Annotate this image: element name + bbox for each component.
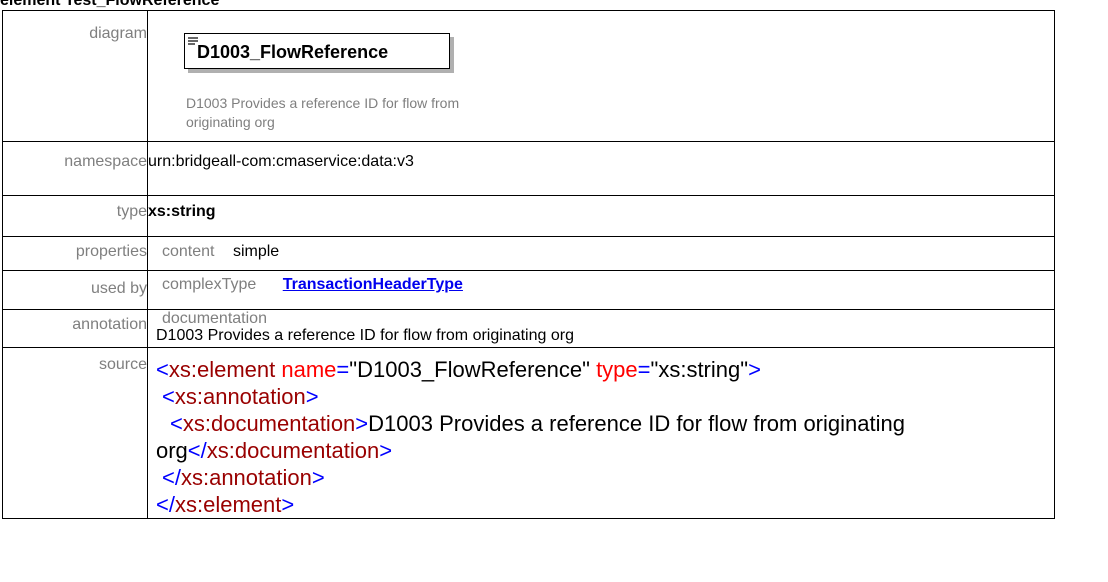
row-source: source <xs:element name="D1003_FlowRefer…: [2, 347, 1055, 519]
annotation-text: D1003 Provides a reference ID for flow f…: [156, 327, 574, 344]
label-diagram: diagram: [2, 10, 148, 142]
element-diagram-box[interactable]: D1003_FlowReference: [184, 33, 450, 69]
xml-line-documentation-close: org</xs:documentation>: [156, 438, 393, 463]
row-diagram: diagram D1003_FlowReference D1003 Provid…: [2, 10, 1055, 142]
namespace-value: urn:bridgeall-com:cmaservice:data:v3: [147, 141, 1055, 196]
element-diagram-documentation: D1003 Provides a reference ID for flow f…: [186, 95, 460, 130]
xml-line-documentation: <xs:documentation>D1003 Provides a refer…: [170, 411, 905, 436]
label-namespace: namespace: [2, 141, 148, 196]
row-properties: properties content simple: [2, 236, 1055, 271]
row-type: type xs:string: [2, 195, 1055, 237]
element-diagram-name: D1003_FlowReference: [197, 42, 389, 62]
used-by-cell: complexType TransactionHeaderType: [147, 270, 1055, 310]
xml-line-element-close: </xs:element>: [156, 492, 295, 517]
xml-line-element-open: <xs:element name="D1003_FlowReference" t…: [156, 357, 761, 382]
xml-line-annotation-close: </xs:annotation>: [162, 465, 325, 490]
source-cell: <xs:element name="D1003_FlowReference" t…: [147, 347, 1055, 519]
annotation-cell: documentation D1003 Provides a reference…: [147, 309, 1055, 348]
label-source: source: [2, 347, 148, 519]
label-type: type: [2, 195, 148, 237]
label-annotation: annotation: [2, 309, 148, 348]
property-line: content simple: [148, 237, 1054, 261]
annotation-heading: documentation: [162, 310, 267, 327]
diagram-cell: D1003_FlowReference D1003 Provides a ref…: [147, 10, 1055, 142]
used-by-kind: complexType: [162, 276, 257, 293]
xml-source-code: <xs:element name="D1003_FlowReference" t…: [148, 348, 1054, 518]
label-properties: properties: [2, 236, 148, 271]
property-value: simple: [232, 243, 280, 260]
used-by-line: complexType TransactionHeaderType: [148, 271, 1054, 294]
label-used-by: used by: [2, 270, 148, 310]
used-by-link-transactionheadertype[interactable]: TransactionHeaderType: [283, 276, 463, 293]
element-doc-table: diagram D1003_FlowReference D1003 Provid…: [2, 10, 1055, 519]
row-used-by: used by complexType TransactionHeaderTyp…: [2, 270, 1055, 310]
xml-line-annotation-open: <xs:annotation>: [162, 384, 319, 409]
type-value: xs:string: [147, 195, 1055, 237]
row-namespace: namespace urn:bridgeall-com:cmaservice:d…: [2, 141, 1055, 196]
properties-cell: content simple: [147, 236, 1055, 271]
property-key: content: [162, 243, 215, 260]
diagram-canvas: D1003_FlowReference D1003 Provides a ref…: [148, 11, 1054, 141]
row-annotation: annotation documentation D1003 Provides …: [2, 309, 1055, 348]
